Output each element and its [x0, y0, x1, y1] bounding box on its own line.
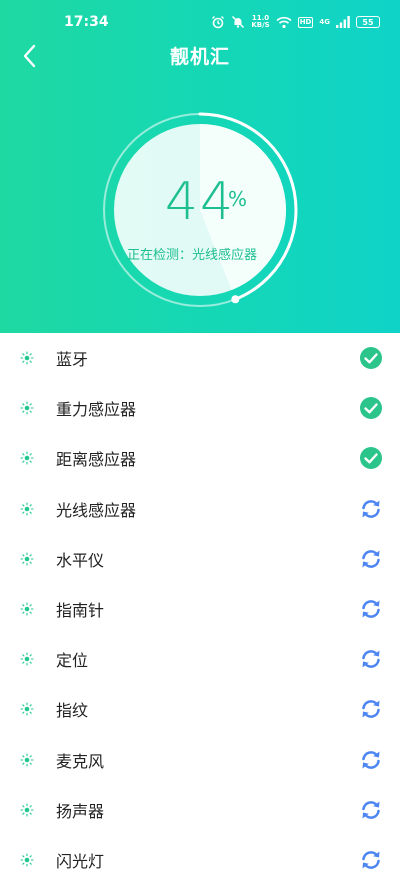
sun-bullet-icon [20, 602, 34, 616]
refresh-icon [362, 750, 380, 769]
hd-badge: HD [297, 16, 314, 28]
sensor-label: 重力感应器 [56, 400, 137, 420]
sensor-label: 麦克风 [56, 751, 105, 771]
sun-bullet-icon [20, 552, 34, 566]
progress-percent-sign: % [228, 187, 248, 211]
sensor-label: 指纹 [56, 701, 89, 721]
sensor-label: 闪光灯 [56, 851, 105, 871]
sensor-list: 蓝牙 重力感应器 距离感应器 光线感应器 水平仪 指南针 定位 指纹 麦克风 扬… [0, 333, 400, 885]
refresh-icon [362, 700, 380, 719]
sensor-row[interactable]: 指南针 [0, 584, 400, 634]
signal-label: 4G [319, 18, 330, 26]
refresh-icon [362, 650, 380, 669]
sensor-row[interactable]: 闪光灯 [0, 835, 400, 885]
refresh-icon [362, 499, 380, 518]
sensor-row[interactable]: 麦克风 [0, 735, 400, 785]
check-circle-icon [360, 347, 382, 370]
sensor-row[interactable]: 指纹 [0, 684, 400, 734]
sensor-row[interactable]: 扬声器 [0, 785, 400, 835]
progress-percent: 44 % [110, 172, 290, 232]
sun-bullet-icon [20, 803, 34, 817]
sun-bullet-icon [20, 702, 34, 716]
header-panel: 17:34 11.0 KB/S HD 4G 55 靓机汇 44 % 正在检测：光… [0, 0, 400, 333]
progress-dot [231, 295, 240, 304]
refresh-icon [362, 851, 380, 869]
sun-bullet-icon [20, 502, 34, 516]
status-bar: 17:34 11.0 KB/S HD 4G 55 [0, 0, 400, 40]
net-speed-unit: KB/S [251, 21, 270, 29]
sun-bullet-icon [20, 753, 34, 767]
check-circle-icon [360, 447, 382, 470]
sensor-row[interactable]: 距离感应器 [0, 433, 400, 483]
alarm-icon [212, 16, 225, 29]
progress-percent-value: 44 [164, 172, 236, 232]
refresh-icon [362, 800, 380, 819]
sensor-label: 水平仪 [56, 550, 105, 570]
sensor-row[interactable]: 水平仪 [0, 534, 400, 584]
wifi-icon [276, 16, 292, 28]
sun-bullet-icon [20, 401, 34, 415]
sensor-label: 扬声器 [56, 801, 105, 821]
sun-bullet-icon [20, 351, 34, 365]
status-time: 17:34 [64, 14, 109, 30]
refresh-icon [362, 549, 380, 568]
sensor-label: 蓝牙 [56, 350, 89, 370]
sensor-row[interactable]: 定位 [0, 634, 400, 684]
sensor-label: 定位 [56, 651, 89, 671]
sun-bullet-icon [20, 451, 34, 466]
battery-indicator: 55 [356, 16, 380, 28]
sensor-label: 指南针 [56, 601, 105, 621]
sensor-row[interactable]: 重力感应器 [0, 383, 400, 433]
sun-bullet-icon [20, 652, 34, 666]
status-icons: 11.0 KB/S HD 4G 55 [211, 12, 380, 32]
sensor-row[interactable]: 光线感应器 [0, 484, 400, 534]
page-title: 靓机汇 [169, 46, 230, 68]
sensor-label: 光线感应器 [56, 500, 137, 520]
signal-icon [336, 16, 350, 28]
detecting-status: 正在检测：光线感应器 [127, 248, 258, 263]
check-circle-icon [360, 397, 382, 420]
net-speed: 11.0 KB/S [251, 15, 269, 29]
refresh-icon [362, 600, 380, 618]
sun-bullet-icon [20, 853, 34, 867]
sensor-row[interactable]: 蓝牙 [0, 333, 400, 383]
sensor-label: 距离感应器 [56, 450, 137, 470]
mute-bell-icon [232, 15, 245, 29]
